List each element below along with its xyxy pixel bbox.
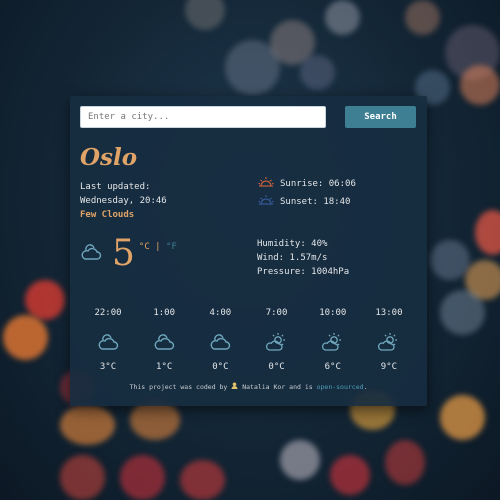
hourly-forecast: 22:00 3°C 1:00 1°C 4:00 0°C 7:00 0°C 10:00 6°C 13:… (80, 308, 417, 372)
forecast-temp: 3°C (99, 362, 117, 372)
forecast-temp: 9°C (380, 362, 398, 372)
forecast-temp: 0°C (268, 362, 285, 372)
sunset-row: Sunset: 18:40 (258, 194, 350, 209)
unit-celsius-link[interactable]: °C (139, 242, 150, 252)
footer: This project was coded by Natalia Kor an… (70, 382, 427, 391)
partly-sunny-icon (361, 328, 417, 356)
unit-fahrenheit-link[interactable]: °F (166, 242, 177, 252)
cloud-icon (136, 328, 192, 356)
temperature-value: 5 (112, 233, 135, 274)
sunrise-row: Sunrise: 06:06 (258, 176, 356, 191)
forecast-item: 7:00 0°C (249, 308, 305, 372)
forecast-time: 10:00 (319, 308, 347, 318)
humidity: Humidity: 40% (257, 239, 328, 249)
weather-description: Few Clouds (80, 210, 135, 220)
author-name: Natalia Kor (242, 383, 286, 391)
cloud-icon (80, 328, 136, 356)
sunset-icon (258, 194, 274, 209)
current-temperature: 5 °C | °F (80, 234, 177, 274)
partly-sunny-icon (305, 328, 361, 356)
forecast-item: 1:00 1°C (136, 308, 192, 372)
last-updated-label: Last updated: (80, 182, 151, 192)
author-avatar-icon (231, 382, 242, 391)
forecast-temp: 6°C (324, 362, 341, 372)
forecast-time: 1:00 (153, 308, 176, 318)
forecast-time: 7:00 (265, 308, 288, 318)
unit-separator: | (155, 242, 161, 252)
partly-sunny-icon (249, 328, 305, 356)
footer-suffix: . (363, 383, 368, 391)
forecast-time: 13:00 (375, 308, 403, 318)
cloud-icon (192, 328, 248, 356)
weather-card: Search Oslo Last updated: Wednesday, 20:… (70, 96, 427, 406)
last-updated: Last updated: Wednesday, 20:46 Few Cloud… (80, 180, 167, 222)
search-button[interactable]: Search (345, 106, 416, 128)
search-form: Search (80, 106, 417, 128)
city-search-input[interactable] (80, 106, 326, 128)
last-updated-time: Wednesday, 20:46 (80, 196, 167, 206)
open-source-link[interactable]: open-sourced (317, 383, 364, 391)
forecast-item: 13:00 9°C (361, 308, 417, 372)
forecast-item: 10:00 6°C (305, 308, 361, 372)
city-name: Oslo (80, 144, 138, 171)
footer-middle: and is (289, 383, 313, 391)
sunrise-time: Sunrise: 06:06 (280, 178, 356, 189)
forecast-temp: 0°C (212, 362, 229, 372)
pressure: Pressure: 1004hPa (257, 267, 350, 277)
sunset-time: Sunset: 18:40 (280, 196, 351, 207)
weather-details: Humidity: 40% Wind: 1.57m/s Pressure: 10… (257, 237, 349, 279)
footer-prefix: This project was coded by (129, 383, 228, 391)
forecast-time: 4:00 (209, 308, 232, 318)
cloud-icon (80, 243, 102, 265)
unit-toggle: °C | °F (139, 242, 177, 252)
wind: Wind: 1.57m/s (257, 253, 328, 263)
forecast-temp: 1°C (156, 362, 173, 372)
forecast-time: 22:00 (94, 308, 122, 318)
sunrise-icon (258, 176, 274, 191)
forecast-item: 4:00 0°C (192, 308, 248, 372)
forecast-item: 22:00 3°C (80, 308, 136, 372)
